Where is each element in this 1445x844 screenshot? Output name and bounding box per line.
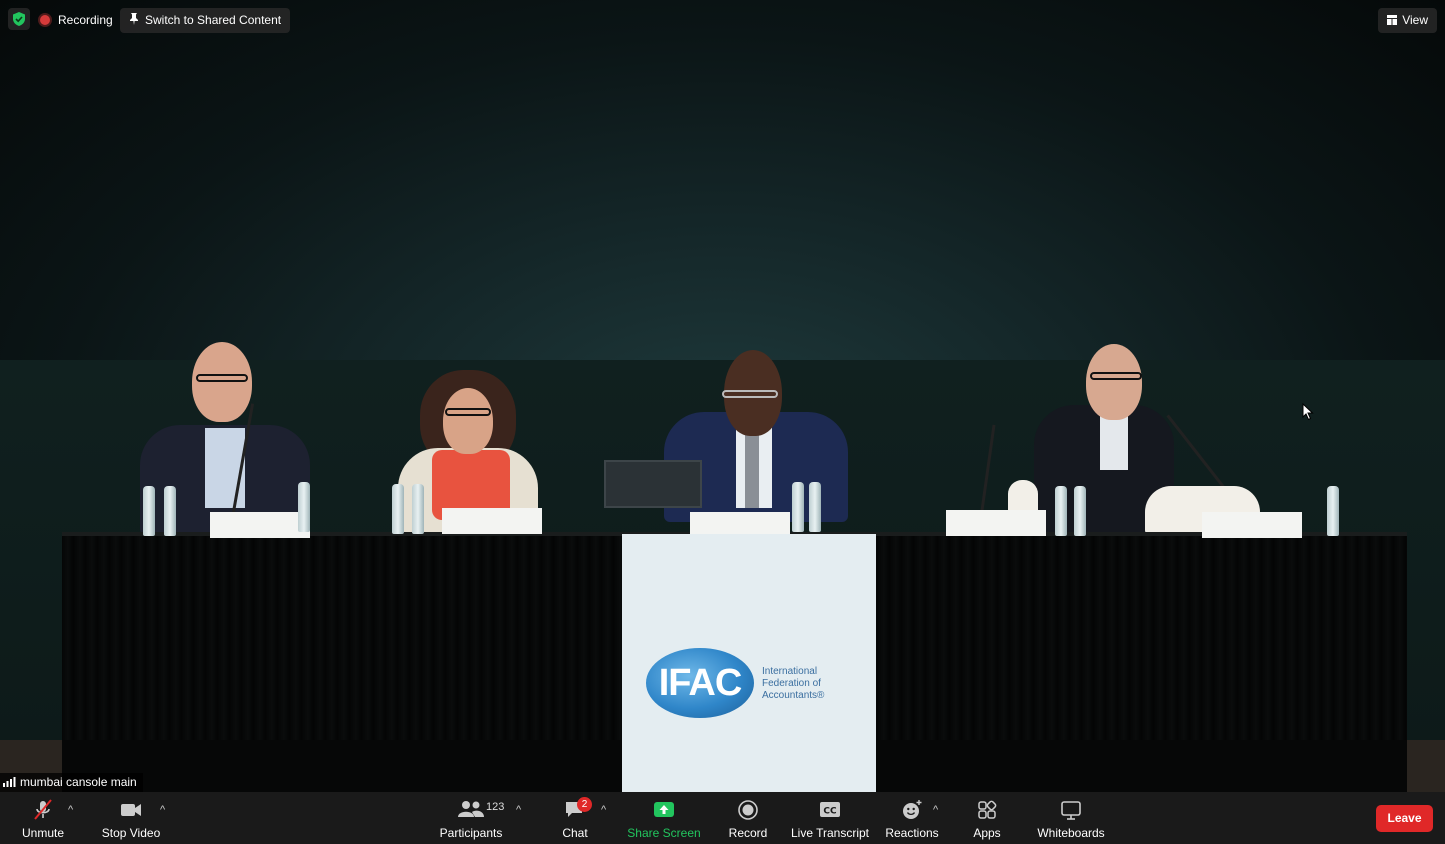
reactions-label: Reactions [885,826,939,840]
mouse-cursor-icon [1302,403,1314,421]
muted-microphone-icon [34,799,52,820]
water-bottle [164,486,176,536]
water-bottle [792,482,804,532]
recording-label: Recording [58,13,113,27]
laptop [604,460,702,508]
audio-options-chevron-icon[interactable]: ^ [68,804,73,816]
encryption-shield[interactable] [8,8,30,30]
share-screen-icon [654,802,674,817]
share-screen-label: Share Screen [627,826,701,840]
signal-bars-icon [3,777,16,787]
pin-icon [130,13,138,25]
record-icon [738,800,758,820]
nameplate [1202,512,1302,538]
apps-label: Apps [973,826,1001,840]
water-bottle [298,482,310,532]
smiley-icon [903,800,922,819]
switch-label: Switch to Shared Content [145,13,282,27]
water-bottle [1327,486,1339,536]
nameplate [210,512,310,538]
zoom-meeting-window: IFAC International Federation of Account… [0,0,1445,844]
participants-count: 123 [486,801,505,813]
ifac-tagline: International Federation of Accountants® [762,666,825,701]
record-label: Record [728,826,768,840]
speaker-video[interactable]: IFAC International Federation of Account… [0,0,1445,792]
apps-button[interactable]: Apps [960,792,1014,844]
water-bottle [392,484,404,534]
chat-button[interactable]: 2 Chat [545,792,605,844]
unmute-button[interactable]: Unmute [10,792,76,844]
unmute-label: Unmute [21,826,65,840]
chat-icon-wrap: 2 [564,797,592,820]
closed-caption-icon: CC [820,802,840,817]
water-bottle [412,484,424,534]
grid-icon [1387,15,1398,25]
participants-label: Participants [439,826,503,840]
whiteboards-button[interactable]: Whiteboards [1030,792,1112,844]
meeting-toolbar: Unmute ^ Stop Video ^ 123 Participants ^ [0,792,1445,844]
video-options-chevron-icon[interactable]: ^ [160,804,165,816]
nameplate [946,510,1046,536]
whiteboards-label: Whiteboards [1037,826,1105,840]
nameplate [442,508,542,534]
svg-text:CC: CC [823,807,837,817]
recording-indicator[interactable]: Recording [36,8,117,33]
record-button[interactable]: Record [718,792,778,844]
participant-name: mumbai cansole main [20,775,137,789]
chat-options-chevron-icon[interactable]: ^ [601,804,606,816]
participant-name-tag: mumbai cansole main [0,773,143,792]
leave-button[interactable]: Leave [1376,805,1433,832]
chat-unread-badge: 2 [577,797,592,812]
live-transcript-label: Live Transcript [790,826,870,840]
participants-options-chevron-icon[interactable]: ^ [516,804,521,816]
apps-icon [978,800,997,819]
reactions-options-chevron-icon[interactable]: ^ [933,804,938,816]
share-screen-button[interactable]: Share Screen [624,792,704,844]
water-bottle [143,486,155,536]
ifac-logo: IFAC [646,648,754,718]
switch-to-shared-content-button[interactable]: Switch to Shared Content [120,8,291,33]
video-camera-icon [121,804,141,816]
stop-video-label: Stop Video [101,826,161,840]
water-bottle [1074,486,1086,536]
reactions-button[interactable]: Reactions [880,792,944,844]
chat-label: Chat [562,826,588,840]
live-transcript-button[interactable]: CC Live Transcript [790,792,870,844]
whiteboard-icon [1061,801,1081,820]
view-label: View [1402,13,1428,27]
record-dot-icon [40,15,50,25]
view-button[interactable]: View [1378,8,1437,33]
participants-button[interactable]: 123 Participants [436,792,506,844]
water-bottle [1055,486,1067,536]
water-bottle [809,482,821,532]
stop-video-button[interactable]: Stop Video [96,792,166,844]
participants-icon [458,801,484,817]
shield-icon [13,12,25,26]
